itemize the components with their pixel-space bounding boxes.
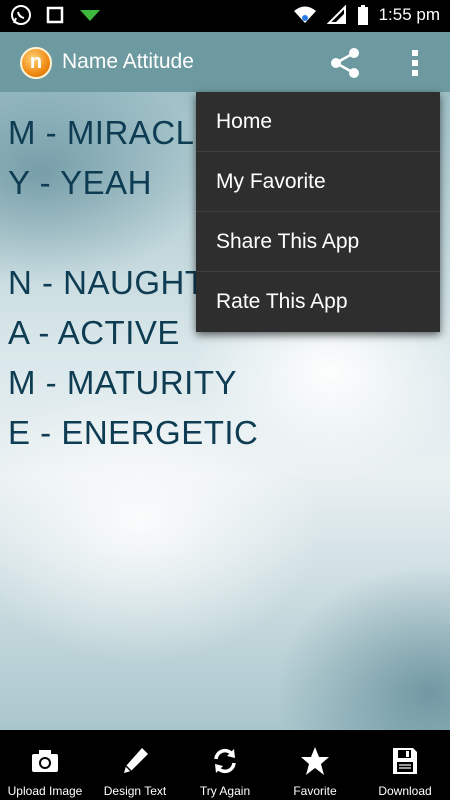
design-text-label: Design Text xyxy=(103,784,167,798)
upload-image-label: Upload Image xyxy=(7,784,83,798)
star-icon xyxy=(301,747,329,775)
more-vert-icon xyxy=(412,50,418,76)
upload-image-button[interactable]: Upload Image xyxy=(0,730,90,800)
design-text-button[interactable]: Design Text xyxy=(90,730,180,800)
share-icon xyxy=(331,48,359,78)
menu-item-share-app[interactable]: Share This App xyxy=(196,212,440,272)
refresh-icon xyxy=(214,748,236,774)
try-again-button[interactable]: Try Again xyxy=(180,730,270,800)
status-time: 1:55 pm xyxy=(378,5,440,24)
whatsapp-icon xyxy=(11,5,31,25)
pencil-icon xyxy=(124,748,148,773)
save-icon xyxy=(393,748,417,774)
download-label: Download xyxy=(378,784,432,798)
square-notification-icon xyxy=(46,6,64,24)
app-bar: n Name Attitude xyxy=(0,32,450,92)
bottom-toolbar: Upload Image Design Text Try Again Favor… xyxy=(0,730,450,800)
app-logo: n xyxy=(20,47,52,79)
name-line: M - MATURITY xyxy=(8,364,238,401)
menu-item-rate-app[interactable]: Rate This App xyxy=(196,272,440,332)
wifi-icon xyxy=(293,6,316,23)
name-line: E - ENERGETIC xyxy=(8,414,259,451)
download-arrow-icon xyxy=(80,10,100,21)
download-button[interactable]: Download xyxy=(360,730,450,800)
status-bar: 1:55 pm xyxy=(0,0,450,32)
overflow-menu-button[interactable] xyxy=(400,46,430,80)
camera-icon xyxy=(32,750,58,772)
favorite-button[interactable]: Favorite xyxy=(270,730,360,800)
favorite-label: Favorite xyxy=(293,784,337,798)
try-again-label: Try Again xyxy=(199,784,251,798)
signal-icon xyxy=(326,5,346,24)
share-button[interactable] xyxy=(328,46,362,80)
menu-item-home[interactable]: Home xyxy=(196,92,440,152)
app-title: Name Attitude xyxy=(62,50,194,73)
overflow-menu: Home My Favorite Share This App Rate Thi… xyxy=(196,92,440,332)
menu-item-my-favorite[interactable]: My Favorite xyxy=(196,152,440,212)
battery-icon xyxy=(357,5,368,25)
